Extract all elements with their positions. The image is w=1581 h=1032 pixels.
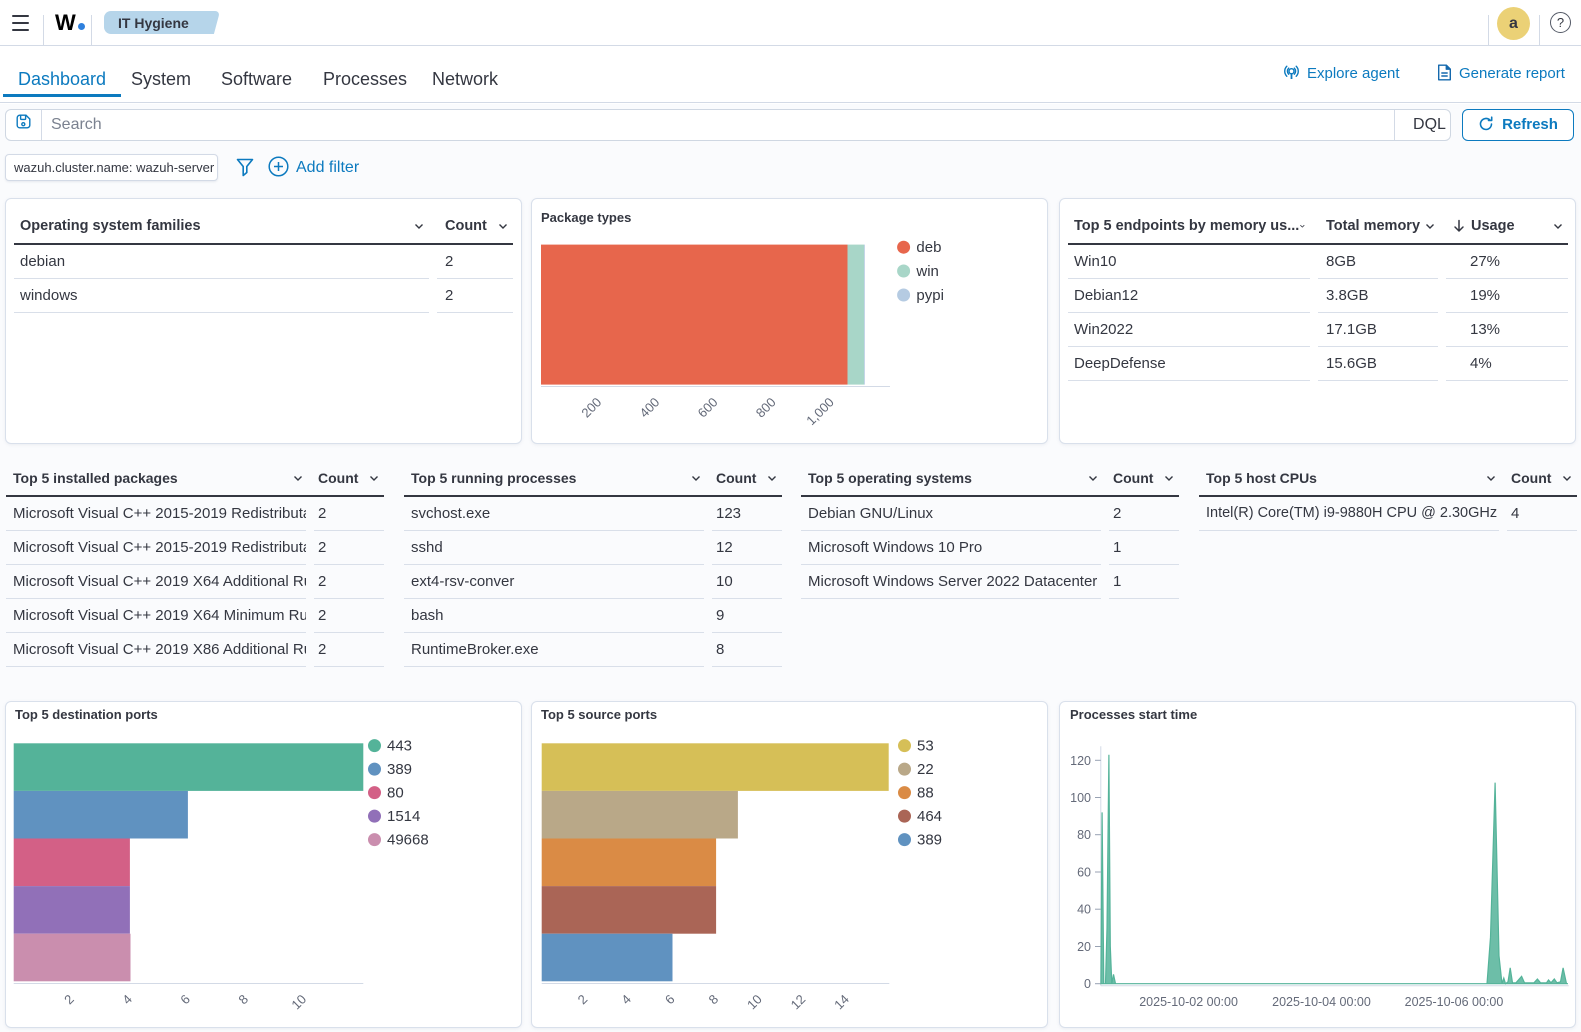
svg-text:100: 100 [1070,791,1091,805]
svg-text:443: 443 [387,738,412,755]
svg-text:200: 200 [578,395,604,421]
svg-text:4: 4 [119,992,135,1008]
svg-text:1514: 1514 [387,808,420,825]
svg-text:80: 80 [1077,828,1091,842]
svg-text:2: 2 [575,992,591,1008]
svg-text:12: 12 [788,992,809,1013]
svg-text:10: 10 [288,992,309,1013]
svg-text:464: 464 [917,808,942,825]
svg-text:20: 20 [1077,940,1091,954]
svg-text:2025-10-06 00:00: 2025-10-06 00:00 [1405,995,1504,1009]
svg-text:6: 6 [662,992,678,1008]
svg-text:40: 40 [1077,903,1091,917]
svg-text:8: 8 [705,992,721,1008]
svg-text:400: 400 [636,395,662,421]
svg-text:120: 120 [1070,754,1091,768]
svg-text:1,000: 1,000 [803,395,837,429]
svg-text:389: 389 [917,832,942,849]
svg-text:80: 80 [387,785,404,802]
svg-text:8: 8 [235,992,251,1008]
svg-text:389: 389 [387,761,412,778]
svg-text:pypi: pypi [916,287,944,304]
svg-text:88: 88 [917,785,934,802]
svg-text:22: 22 [917,761,934,778]
svg-text:600: 600 [695,395,721,421]
svg-text:10: 10 [744,992,765,1013]
svg-text:2025-10-04 00:00: 2025-10-04 00:00 [1272,995,1371,1009]
svg-text:800: 800 [753,395,779,421]
svg-text:49668: 49668 [387,832,429,849]
svg-text:win: win [915,263,939,280]
svg-text:60: 60 [1077,866,1091,880]
svg-text:2025-10-02 00:00: 2025-10-02 00:00 [1139,995,1238,1009]
svg-text:14: 14 [831,992,852,1013]
svg-text:deb: deb [916,239,941,256]
svg-text:2: 2 [61,992,77,1008]
svg-text:0: 0 [1084,977,1091,991]
svg-text:6: 6 [177,992,193,1008]
svg-text:53: 53 [917,738,934,755]
svg-text:4: 4 [618,992,634,1008]
